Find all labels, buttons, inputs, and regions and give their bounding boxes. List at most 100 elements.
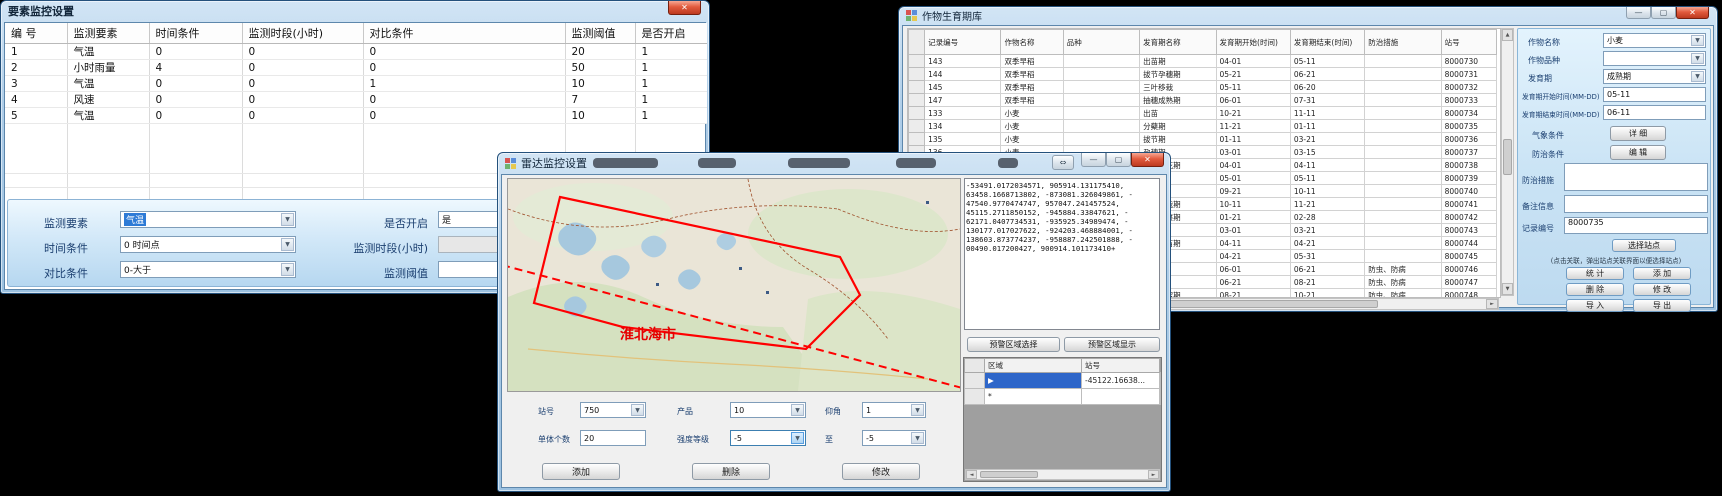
table-row[interactable]: ▶-45122.16638...750 bbox=[965, 373, 1161, 389]
chevron-down-icon[interactable]: ▼ bbox=[281, 213, 294, 226]
phase-end-input[interactable] bbox=[1603, 105, 1706, 120]
scroll-thumb[interactable] bbox=[980, 471, 1038, 478]
add-button[interactable]: 添加 bbox=[542, 463, 620, 480]
column-header[interactable]: 监测阈值 bbox=[565, 23, 635, 44]
scroll-thumb[interactable] bbox=[1163, 300, 1378, 308]
grid-hscrollbar[interactable]: ◄ ► bbox=[965, 469, 1160, 480]
phase-combo[interactable]: 成熟期 ▼ bbox=[1603, 69, 1706, 84]
record-id-textbox[interactable] bbox=[1564, 217, 1708, 234]
import-button[interactable]: 导 入 bbox=[1566, 299, 1624, 312]
column-header[interactable]: 时间条件 bbox=[149, 23, 242, 44]
warning-area-select-button[interactable]: 预警区域选择 bbox=[967, 337, 1060, 352]
to-level-combo[interactable]: -5 ▼ bbox=[862, 430, 926, 446]
table-row[interactable]: 144双季早稻拔节孕穗期05-2106-218000731 bbox=[909, 68, 1497, 81]
scroll-right-icon[interactable]: ► bbox=[1486, 299, 1498, 309]
minimize-icon[interactable]: — bbox=[1081, 153, 1106, 167]
column-header[interactable]: 站号 bbox=[1441, 30, 1496, 55]
column-header[interactable]: 发育期名称 bbox=[1140, 30, 1216, 55]
compare-condition-label: 对比条件 bbox=[44, 265, 88, 281]
chevron-down-icon[interactable]: ▼ bbox=[1691, 53, 1704, 64]
time-condition-combo[interactable]: 0 时间点 ▼ bbox=[120, 236, 296, 253]
measure-textbox[interactable] bbox=[1564, 163, 1708, 191]
select-station-button[interactable]: 选择站点 bbox=[1612, 239, 1676, 252]
scroll-thumb[interactable] bbox=[1503, 139, 1512, 175]
phase-start-input[interactable] bbox=[1603, 87, 1706, 102]
column-header[interactable]: 是否开启 bbox=[635, 23, 707, 44]
record-id-label: 记录编号 bbox=[1522, 223, 1554, 234]
warning-area-grid[interactable]: 区域站号 ▶-45122.16638...750* ◄ ► bbox=[963, 357, 1162, 482]
weather-condition-label: 气象条件 bbox=[1532, 130, 1564, 141]
chevron-down-icon[interactable]: ▼ bbox=[281, 238, 294, 251]
column-header[interactable]: 发育期开始(时间) bbox=[1216, 30, 1290, 55]
column-header[interactable]: 站号 bbox=[1082, 359, 1160, 373]
warning-area-coordinates[interactable]: -53491.0172034571, 905914.131175410, 634… bbox=[964, 178, 1160, 330]
table-row[interactable]: 143双季早稻出苗期04-0105-118000730 bbox=[909, 55, 1497, 68]
modify-button[interactable]: 修改 bbox=[842, 463, 920, 480]
column-header[interactable]: 区域 bbox=[985, 359, 1082, 373]
cell-count-input[interactable] bbox=[580, 430, 646, 446]
table-row[interactable]: * bbox=[965, 389, 1161, 405]
column-header[interactable]: 监测时段(小时) bbox=[242, 23, 363, 44]
column-header[interactable]: 发育期结束(时间) bbox=[1290, 30, 1364, 55]
scroll-left-icon[interactable]: ◄ bbox=[966, 470, 977, 479]
column-header[interactable]: 品种 bbox=[1063, 30, 1139, 55]
table-row[interactable]: 133小麦出苗10-2111-118000734 bbox=[909, 107, 1497, 120]
chevron-down-icon[interactable]: ▼ bbox=[281, 263, 294, 276]
map-canvas[interactable]: 淮北海市 bbox=[507, 178, 961, 392]
variety-combo[interactable]: ▼ bbox=[1603, 51, 1706, 66]
maximize-icon[interactable]: ▢ bbox=[1106, 153, 1131, 167]
table-row[interactable]: 145双季早稻三叶移栽05-1106-208000732 bbox=[909, 81, 1497, 94]
column-header[interactable]: 监测要素 bbox=[67, 23, 149, 44]
remark-textbox[interactable] bbox=[1564, 195, 1708, 213]
maximize-icon[interactable]: ▢ bbox=[1651, 7, 1676, 19]
table-row[interactable]: 147双季早稻抽穗成熟期06-0107-318000733 bbox=[909, 94, 1497, 107]
add-button[interactable]: 添 加 bbox=[1633, 267, 1691, 280]
table-row[interactable]: 2小时雨量400501 bbox=[5, 60, 707, 76]
chevron-down-icon[interactable]: ▼ bbox=[791, 432, 804, 444]
close-icon[interactable]: ✕ bbox=[1676, 7, 1709, 19]
close-icon[interactable]: ✕ bbox=[668, 1, 701, 15]
crop-name-combo[interactable]: 小麦 ▼ bbox=[1603, 33, 1706, 48]
resize-icon[interactable]: ⇔ bbox=[1052, 155, 1074, 170]
table-row[interactable]: 5气温000101 bbox=[5, 108, 707, 124]
column-header[interactable]: 编 号 bbox=[5, 23, 67, 44]
station-combo[interactable]: 750 ▼ bbox=[580, 402, 646, 418]
table-row[interactable]: 4风速00071 bbox=[5, 92, 707, 108]
elevation-combo[interactable]: 1 ▼ bbox=[862, 402, 926, 418]
crop-table-vscrollbar[interactable]: ▲ ▼ bbox=[1501, 28, 1514, 296]
modify-button[interactable]: 修 改 bbox=[1633, 283, 1691, 296]
crop-titlebar[interactable]: 作物生育期库 — ▢ ✕ bbox=[899, 7, 1717, 24]
column-header[interactable]: 对比条件 bbox=[363, 23, 565, 44]
table-row[interactable]: 135小麦拔节期01-1103-218000736 bbox=[909, 133, 1497, 146]
warning-area-show-button[interactable]: 预警区域显示 bbox=[1064, 337, 1160, 352]
chevron-down-icon[interactable]: ▼ bbox=[631, 404, 644, 416]
table-row[interactable]: 3气温001101 bbox=[5, 76, 707, 92]
control-edit-button[interactable]: 编 辑 bbox=[1610, 145, 1666, 160]
stat-button[interactable]: 统 计 bbox=[1566, 267, 1624, 280]
close-icon[interactable]: ✕ bbox=[1131, 153, 1164, 167]
chevron-down-icon[interactable]: ▼ bbox=[1691, 35, 1704, 46]
chevron-down-icon[interactable]: ▼ bbox=[911, 404, 924, 416]
monitor-titlebar[interactable]: 要素监控设置 ✕ bbox=[1, 1, 709, 21]
table-row[interactable]: 134小麦分蘖期11-2101-118000735 bbox=[909, 120, 1497, 133]
table-row[interactable]: 1气温000201 bbox=[5, 44, 707, 60]
chevron-down-icon[interactable]: ▼ bbox=[911, 432, 924, 444]
weather-detail-button[interactable]: 详 细 bbox=[1610, 126, 1666, 141]
radar-titlebar[interactable]: 雷达监控设置 ⇔ — ▢ ✕ bbox=[498, 153, 1170, 173]
column-header[interactable]: 记录编号 bbox=[925, 30, 1001, 55]
compare-condition-combo[interactable]: 0-大于 ▼ bbox=[120, 261, 296, 278]
intensity-level-combo[interactable]: -5 ▼ bbox=[730, 430, 806, 446]
export-button[interactable]: 导 出 bbox=[1633, 299, 1691, 312]
delete-button[interactable]: 删 除 bbox=[1566, 283, 1624, 296]
chevron-down-icon[interactable]: ▼ bbox=[791, 404, 804, 416]
scroll-down-icon[interactable]: ▼ bbox=[1502, 283, 1513, 295]
column-header[interactable]: 防治措施 bbox=[1365, 30, 1441, 55]
scroll-right-icon[interactable]: ► bbox=[1148, 470, 1159, 479]
minimize-icon[interactable]: — bbox=[1626, 7, 1651, 19]
product-combo[interactable]: 10 ▼ bbox=[730, 402, 806, 418]
scroll-up-icon[interactable]: ▲ bbox=[1502, 29, 1513, 41]
column-header[interactable]: 作物名称 bbox=[1001, 30, 1063, 55]
chevron-down-icon[interactable]: ▼ bbox=[1691, 71, 1704, 82]
delete-button[interactable]: 删除 bbox=[692, 463, 770, 480]
element-combo[interactable]: 气温 ▼ bbox=[120, 211, 296, 228]
